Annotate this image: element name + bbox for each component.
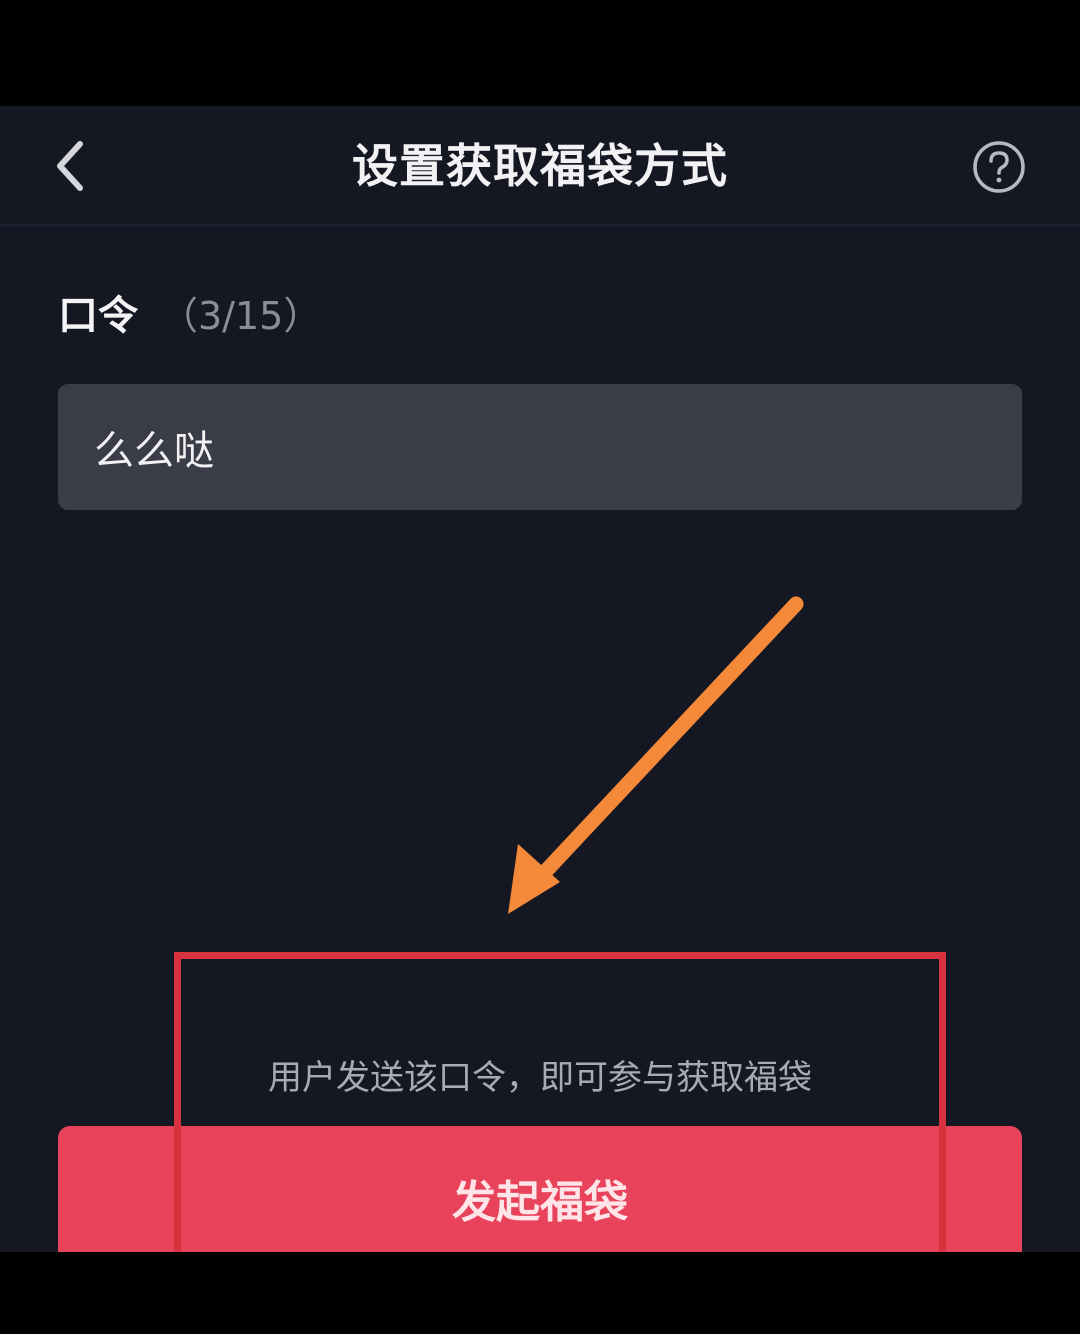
password-input-value: 么么哒 — [94, 428, 214, 474]
bottom-black-bar — [0, 1252, 1080, 1334]
question-circle-icon — [973, 141, 1025, 193]
navigation-bar: 设置获取福袋方式 — [0, 106, 1080, 224]
launch-lucky-bag-button[interactable]: 发起福袋 — [58, 1126, 1022, 1252]
chevron-left-icon — [57, 141, 83, 191]
back-button[interactable] — [40, 128, 100, 204]
nav-divider — [0, 224, 1080, 226]
password-field-label-row: 口令 （3/15） — [58, 282, 321, 342]
launch-lucky-bag-label: 发起福袋 — [452, 1177, 628, 1228]
help-button[interactable] — [968, 136, 1030, 198]
password-field-label: 口令 — [58, 293, 138, 339]
password-input[interactable]: 么么哒 — [58, 384, 1022, 510]
app-screen: 设置获取福袋方式 口令 （3/15） 么么哒 用户发送该口令，即可参与获取福袋 … — [0, 106, 1080, 1252]
character-count: （3/15） — [160, 293, 322, 338]
page-title: 设置获取福袋方式 — [352, 139, 728, 193]
hint-text: 用户发送该口令，即可参与获取福袋 — [268, 1058, 812, 1098]
top-black-bar — [0, 0, 1080, 106]
